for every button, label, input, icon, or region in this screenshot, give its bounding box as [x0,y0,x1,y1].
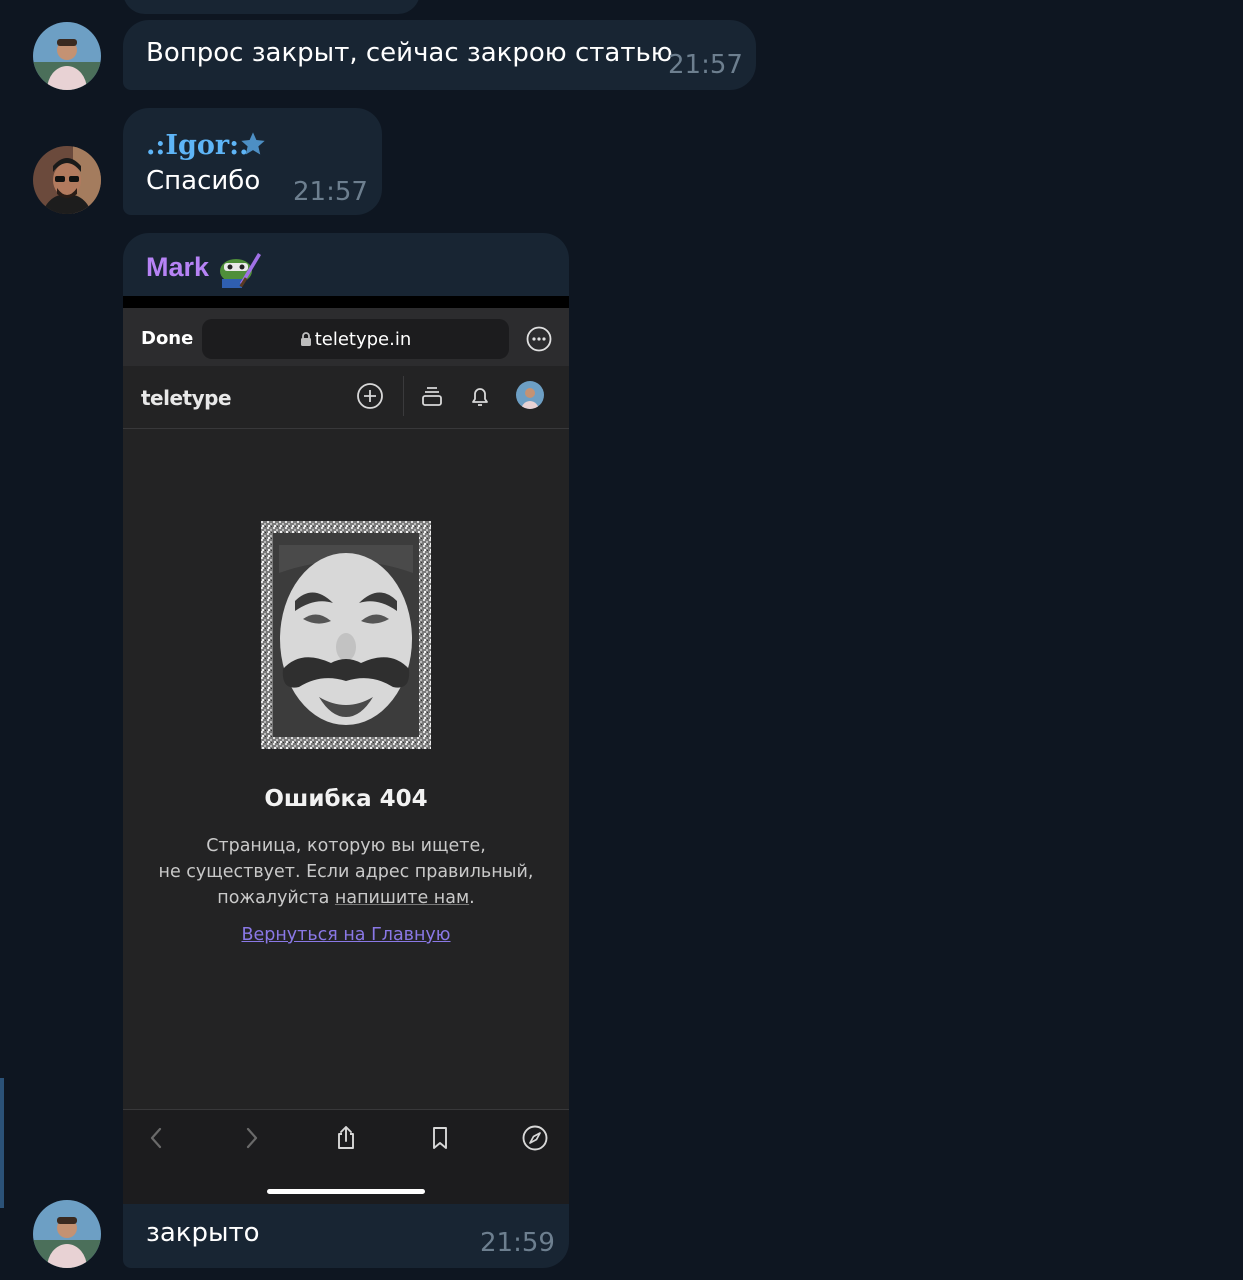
message-bubble[interactable]: .:Igor:. Спасибо 21:57 [123,108,382,215]
plus-circle-icon[interactable] [356,382,384,410]
address-bar[interactable]: teletype.in [202,319,509,359]
sender-name[interactable]: .:Igor:. [146,130,248,161]
error-title: Ошибка 404 [264,786,428,812]
home-indicator [267,1189,425,1194]
pepe-sword-emoji-icon [218,249,262,293]
avatar[interactable] [33,22,101,90]
done-button[interactable]: Done [141,328,193,349]
compass-icon[interactable] [521,1124,549,1152]
browser-bar: Done teletype.in [123,308,569,366]
attached-screenshot[interactable]: Done teletype.in teletype Ошибка 404 Стр… [123,296,569,1204]
share-icon[interactable] [332,1124,360,1152]
mask-illustration-icon [261,521,431,749]
url-text: teletype.in [314,329,412,350]
site-header: teletype [123,366,569,429]
back-home-link[interactable]: Вернуться на Главную [123,925,569,945]
more-options-icon[interactable] [526,326,552,352]
header-divider [403,376,404,416]
previous-message-bubble [123,0,420,14]
message-text: Вопрос закрыт, сейчас закрою статью [146,38,673,68]
site-logo[interactable]: teletype [141,386,232,410]
message-text: закрыто [146,1218,260,1248]
error-page: Ошибка 404 Страница, которую вы ищете, н… [123,429,569,1109]
message-bubble[interactable]: закрыто 21:59 [123,1204,569,1268]
error-description: Страница, которую вы ищете, не существуе… [123,833,569,911]
bookmark-icon[interactable] [426,1124,454,1152]
back-chevron-icon[interactable] [143,1124,171,1152]
profile-avatar[interactable] [516,381,544,409]
error-line: Страница, которую вы ищете, [206,836,486,856]
error-line-suffix: . [469,888,475,908]
message-time: 21:57 [293,177,368,207]
message-time: 21:57 [668,50,743,80]
error-line-prefix: пожалуйста [217,888,335,908]
message-time: 21:59 [480,1228,555,1258]
avatar[interactable] [33,1200,101,1268]
screenshot-top-edge [123,296,569,308]
premium-star-icon [239,130,267,162]
message-text: Спасибо [146,166,261,196]
sender-name[interactable]: Mark [146,252,209,283]
avatar[interactable] [33,146,101,214]
error-line: пожалуйста напишите нам. [123,885,569,911]
lock-icon [300,331,312,352]
stack-icon[interactable] [418,382,446,410]
contact-link[interactable]: напишите нам [335,888,469,908]
browser-toolbar [123,1109,569,1204]
error-line: не существует. Если адрес правильный, [158,862,534,882]
address-text: teletype.in [202,329,509,352]
message-bubble[interactable]: Вопрос закрыт, сейчас закрою статью 21:5… [123,20,756,90]
chat-edge-indicator [0,1078,4,1208]
forward-chevron-icon[interactable] [237,1124,265,1152]
bell-icon[interactable] [466,382,494,410]
